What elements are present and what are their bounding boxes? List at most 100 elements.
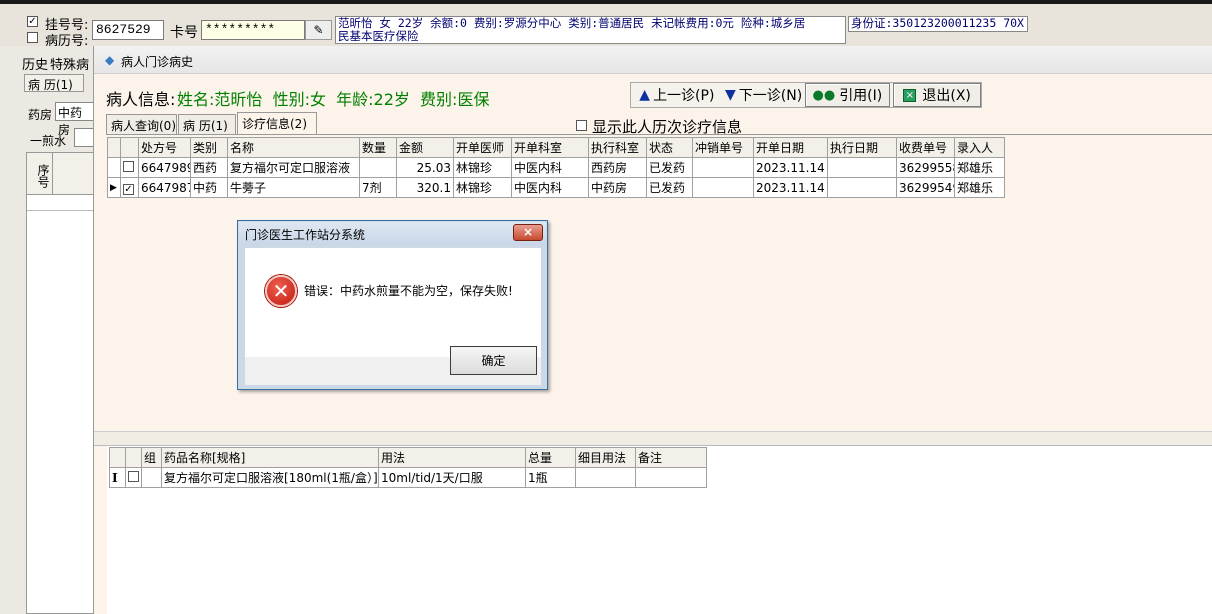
col-header[interactable]: 类别 bbox=[190, 137, 228, 158]
col-header[interactable]: 药品名称[规格] bbox=[161, 447, 379, 468]
ok-button[interactable]: 确定 bbox=[450, 346, 537, 375]
dialog-message: 错误：中药水煎量不能为空，保存失败! bbox=[304, 284, 513, 298]
cell-reversal bbox=[692, 157, 754, 178]
cell-dept: 中医内科 bbox=[511, 157, 589, 178]
table-row[interactable]: ▶ ✓ 6647987 中药 牛蒡子 7剂 320.1 林锦珍 中医内科 中药房… bbox=[107, 177, 1005, 198]
cell-amount: 320.1 bbox=[396, 177, 454, 198]
reg-no-checkbox[interactable]: ✓ bbox=[27, 16, 38, 27]
background-left-panel: 历史 特殊病 病 历(1) 药房 中药房 一煎水 序号 bbox=[0, 46, 100, 614]
cell-fee-no: 36299549 bbox=[896, 177, 955, 198]
prescription-header-row: 处方号 类别 名称 数量 金额 开单医师 开单科室 执行科室 状态 冲销单号 开… bbox=[107, 137, 1005, 158]
cell-group bbox=[141, 467, 162, 488]
col-header[interactable]: 数量 bbox=[359, 137, 397, 158]
tab-patient-query[interactable]: 病人查询(0) bbox=[106, 114, 177, 134]
cell-doctor: 林锦珍 bbox=[453, 177, 512, 198]
cell-doctor: 林锦珍 bbox=[453, 157, 512, 178]
exit-button[interactable]: × 退出(X) bbox=[893, 83, 981, 107]
cell-total: 1瓶 bbox=[525, 467, 576, 488]
drug-detail-table: 组 药品名称[规格] 用法 总量 细目用法 备注 I 复方福尔可定口服溶液[18… bbox=[109, 447, 707, 488]
tab-medical-record[interactable]: 病 历(1) bbox=[178, 114, 236, 134]
tab-history[interactable]: 历史 bbox=[22, 54, 48, 73]
card-reader-icon[interactable]: ✎ bbox=[305, 20, 332, 40]
row-checkbox[interactable] bbox=[125, 467, 142, 488]
cell-exec-date bbox=[827, 157, 897, 178]
reg-no-input[interactable]: 8627529 bbox=[92, 20, 164, 40]
col-header[interactable]: 组 bbox=[141, 447, 162, 468]
col-header[interactable]: 执行科室 bbox=[588, 137, 647, 158]
cell-rx-no: 6647987 bbox=[138, 177, 191, 198]
medrec-no-checkbox[interactable] bbox=[27, 32, 38, 43]
cell-exec-date bbox=[827, 177, 897, 198]
col-header[interactable]: 金额 bbox=[396, 137, 454, 158]
background-grid: 序号 bbox=[26, 152, 97, 614]
table-row[interactable]: I 复方福尔可定口服溶液[180ml(1瓶/盒）] 10ml/tid/1天/口服… bbox=[109, 467, 707, 488]
next-visit-label: 下一诊(N) bbox=[738, 88, 803, 104]
tab-special[interactable]: 特殊病 bbox=[50, 54, 89, 73]
col-header[interactable]: 备注 bbox=[635, 447, 707, 468]
row-checkbox[interactable]: ✓ bbox=[120, 177, 139, 198]
col-header[interactable]: 名称 bbox=[227, 137, 360, 158]
col-header[interactable]: 开单科室 bbox=[511, 137, 589, 158]
cell-name: 复方福尔可定口服溶液 bbox=[227, 157, 360, 178]
col-header[interactable]: 开单医师 bbox=[453, 137, 512, 158]
pharmacy-label: 药房 bbox=[28, 108, 53, 122]
history-toolbar: ▲ 上一诊(P) ▼ 下一诊(N) ●● 引用(I) × 退出(X) bbox=[630, 82, 982, 108]
cite-button[interactable]: ●● 引用(I) bbox=[804, 83, 891, 107]
col-header[interactable]: 收费单号 bbox=[896, 137, 955, 158]
cell-category: 西药 bbox=[190, 157, 228, 178]
row-marker-header bbox=[107, 137, 121, 158]
table-row[interactable]: 6647989 西药 复方福尔可定口服溶液 25.03 林锦珍 中医内科 西药房… bbox=[107, 157, 1005, 178]
pharmacy-select[interactable]: 中药房 bbox=[55, 102, 95, 137]
tab-medrec-bg[interactable]: 病 历(1) bbox=[24, 74, 84, 92]
col-header[interactable]: 总量 bbox=[525, 447, 576, 468]
exit-label: 退出(X) bbox=[922, 88, 971, 104]
cell-fee-no: 36299558 bbox=[896, 157, 955, 178]
patient-info: 姓名:范昕怡 性别:女 年龄:22岁 费别:医保 bbox=[177, 90, 490, 109]
dialog-close-button[interactable]: × bbox=[513, 224, 543, 241]
dialog-titlebar: 门诊医生工作站分系统 bbox=[239, 222, 546, 245]
show-history-checkbox[interactable] bbox=[576, 120, 587, 131]
grid-row bbox=[27, 195, 97, 211]
row-checkbox-box[interactable] bbox=[128, 470, 139, 482]
decoct-input[interactable] bbox=[74, 128, 94, 147]
row-checkbox-box[interactable]: ✓ bbox=[123, 183, 134, 195]
col-header[interactable]: 细目用法 bbox=[575, 447, 636, 468]
row-checkbox[interactable] bbox=[120, 157, 139, 178]
row-marker: I bbox=[109, 467, 126, 488]
col-header[interactable]: 开单日期 bbox=[753, 137, 828, 158]
card-no-input[interactable]: ********* bbox=[201, 20, 305, 40]
cell-category: 中药 bbox=[190, 177, 228, 198]
col-header[interactable]: 处方号 bbox=[138, 137, 191, 158]
id-card-display: 身份证:350123200011235 70X bbox=[848, 16, 1028, 32]
patient-info-label: 病人信息: bbox=[106, 90, 176, 109]
select-header bbox=[125, 447, 142, 468]
cell-status: 已发药 bbox=[646, 177, 693, 198]
pane-splitter[interactable] bbox=[94, 431, 1212, 446]
next-visit-button[interactable]: ▼ 下一诊(N) bbox=[723, 83, 805, 107]
col-header[interactable]: 录入人 bbox=[954, 137, 1005, 158]
detail-header-row: 组 药品名称[规格] 用法 总量 细目用法 备注 bbox=[109, 447, 707, 468]
col-header[interactable]: 用法 bbox=[378, 447, 526, 468]
grid-header-blank bbox=[53, 153, 97, 195]
col-header[interactable]: 冲销单号 bbox=[692, 137, 754, 158]
decoct-label: 一煎水 bbox=[30, 134, 67, 148]
window-titlebar: ◆ 病人门诊病史 bbox=[94, 46, 1212, 74]
cell-reversal bbox=[692, 177, 754, 198]
cell-status: 已发药 bbox=[646, 157, 693, 178]
cell-dept: 中医内科 bbox=[511, 177, 589, 198]
col-header[interactable]: 执行日期 bbox=[827, 137, 897, 158]
prev-visit-label: 上一诊(P) bbox=[653, 88, 715, 104]
prescription-table: 处方号 类别 名称 数量 金额 开单医师 开单科室 执行科室 状态 冲销单号 开… bbox=[107, 137, 1005, 198]
prev-visit-button[interactable]: ▲ 上一诊(P) bbox=[631, 83, 723, 107]
cell-drug: 复方福尔可定口服溶液[180ml(1瓶/盒）] bbox=[161, 467, 379, 488]
cell-qty bbox=[359, 157, 397, 178]
tab-treatment-info[interactable]: 诊疗信息(2) bbox=[237, 112, 317, 134]
cell-rx-no: 6647989 bbox=[138, 157, 191, 178]
col-header[interactable]: 状态 bbox=[646, 137, 693, 158]
up-arrow-icon: ▲ bbox=[639, 87, 651, 103]
row-checkbox-box[interactable] bbox=[123, 160, 134, 172]
patient-summary-line2: 民基本医疗保险 bbox=[338, 29, 419, 43]
down-arrow-icon: ▼ bbox=[725, 87, 736, 103]
cell-amount: 25.03 bbox=[396, 157, 454, 178]
dialog-title: 门诊医生工作站分系统 bbox=[245, 228, 366, 242]
